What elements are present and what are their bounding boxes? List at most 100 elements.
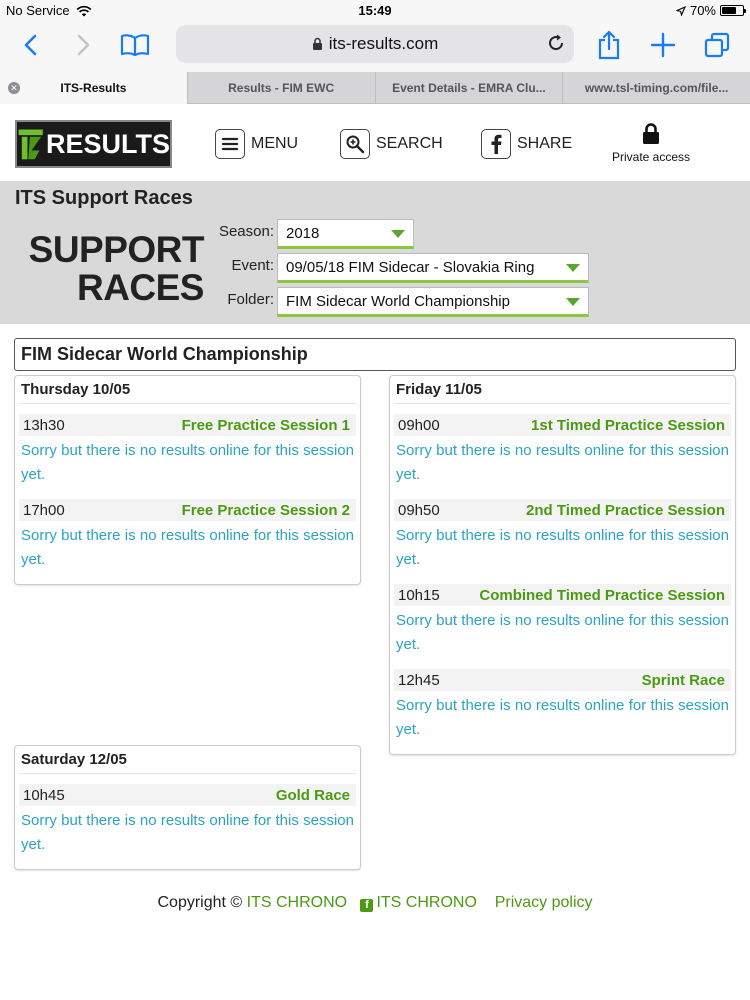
menu-label: MENU bbox=[251, 135, 299, 152]
session-header: 09h00 1st Timed Practice Session bbox=[394, 414, 731, 436]
session-item: 17h00 Free Practice Session 2 Sorry but … bbox=[19, 499, 356, 582]
session-time: 10h15 bbox=[398, 586, 440, 604]
its-chrono-link[interactable]: ITS CHRONO bbox=[247, 894, 347, 911]
support-races-banner: SUPPORT RACES bbox=[14, 229, 205, 308]
day-card-friday: Friday 11/05 09h00 1st Timed Practice Se… bbox=[389, 375, 736, 755]
no-results-message: Sorry but there is no results online for… bbox=[21, 442, 354, 483]
search-label: SEARCH bbox=[376, 135, 443, 152]
dropdown-arrow-icon bbox=[566, 298, 580, 306]
new-tab-icon[interactable] bbox=[648, 30, 678, 60]
private-access-button[interactable]: Private access bbox=[606, 123, 696, 164]
lock-icon bbox=[312, 37, 322, 50]
session-item: 12h45 Sprint Race Sorry but there is no … bbox=[394, 669, 731, 752]
session-header: 10h45 Gold Race bbox=[19, 784, 356, 806]
forward-icon[interactable] bbox=[68, 30, 98, 60]
banner-line-1: SUPPORT bbox=[28, 229, 205, 270]
browser-tab-its-results[interactable]: ✕ ITS-Results bbox=[0, 72, 187, 104]
tab-label: www.tsl-timing.com/file... bbox=[584, 81, 729, 95]
bookmarks-icon[interactable] bbox=[118, 30, 152, 60]
session-name[interactable]: Free Practice Session 1 bbox=[182, 417, 350, 434]
folder-label: Folder: bbox=[227, 291, 274, 308]
browser-toolbar: its-results.com bbox=[0, 22, 750, 72]
status-bar: No Service 15:49 70% bbox=[0, 0, 750, 22]
day-card-saturday: Saturday 12/05 10h45 Gold Race Sorry but… bbox=[14, 745, 361, 870]
tab-label: ITS-Results bbox=[60, 81, 127, 95]
session-item: 09h00 1st Timed Practice Session Sorry b… bbox=[394, 414, 731, 497]
section-title: ITS Support Races bbox=[15, 187, 193, 209]
share-site-button[interactable]: SHARE bbox=[481, 129, 572, 159]
battery-icon bbox=[720, 5, 746, 16]
battery-fill bbox=[722, 7, 736, 14]
folder-select[interactable]: FIM Sidecar World Championship bbox=[277, 287, 589, 317]
session-name[interactable]: 1st Timed Practice Session bbox=[531, 417, 725, 434]
session-time: 09h00 bbox=[398, 416, 440, 434]
its-chrono-facebook-link[interactable]: ITS CHRONO bbox=[376, 894, 476, 911]
filter-section: ITS Support Races SUPPORT RACES Season: … bbox=[0, 181, 750, 324]
status-right: 70% bbox=[675, 3, 746, 18]
session-header: 13h30 Free Practice Session 1 bbox=[19, 414, 356, 436]
no-results-message: Sorry but there is no results online for… bbox=[396, 527, 729, 568]
session-header: 17h00 Free Practice Session 2 bbox=[19, 499, 356, 521]
session-item: 09h50 2nd Timed Practice Session Sorry b… bbox=[394, 499, 731, 582]
session-name[interactable]: Combined Timed Practice Session bbox=[479, 587, 725, 604]
event-select[interactable]: 09/05/18 FIM Sidecar - Slovakia Ring bbox=[277, 253, 589, 283]
dropdown-arrow-icon bbox=[566, 264, 580, 272]
event-value: 09/05/18 FIM Sidecar - Slovakia Ring bbox=[286, 259, 535, 276]
no-results-message: Sorry but there is no results online for… bbox=[21, 527, 354, 568]
browser-tab-emra[interactable]: Event Details - EMRA Clu... bbox=[374, 72, 563, 104]
url-text: its-results.com bbox=[328, 34, 439, 53]
hamburger-icon bbox=[215, 129, 245, 159]
tabs-overview-icon[interactable] bbox=[702, 30, 732, 60]
day-title: Saturday 12/05 bbox=[19, 746, 356, 774]
padlock-icon bbox=[643, 123, 659, 144]
day-title: Friday 11/05 bbox=[394, 376, 731, 404]
no-results-message: Sorry but there is no results online for… bbox=[396, 697, 729, 738]
session-header: 10h15 Combined Timed Practice Session bbox=[394, 584, 731, 606]
no-results-message: Sorry but there is no results online for… bbox=[396, 612, 729, 653]
close-tab-icon[interactable]: ✕ bbox=[8, 82, 20, 94]
session-name[interactable]: Free Practice Session 2 bbox=[182, 502, 350, 519]
battery-percent: 70% bbox=[689, 3, 716, 18]
season-select[interactable]: 2018 bbox=[277, 219, 414, 249]
season-value: 2018 bbox=[286, 225, 320, 242]
reload-icon[interactable] bbox=[546, 33, 566, 53]
back-icon[interactable] bbox=[16, 30, 46, 60]
menu-button[interactable]: MENU bbox=[215, 129, 298, 159]
session-item: 10h45 Gold Race Sorry but there is no re… bbox=[19, 784, 356, 867]
its-logo-mark bbox=[18, 129, 43, 160]
championship-title: FIM Sidecar World Championship bbox=[14, 338, 736, 371]
session-item: 10h15 Combined Timed Practice Session So… bbox=[394, 584, 731, 667]
day-card-thursday: Thursday 10/05 13h30 Free Practice Sessi… bbox=[14, 375, 361, 585]
session-item: 13h30 Free Practice Session 1 Sorry but … bbox=[19, 414, 356, 497]
dropdown-arrow-icon bbox=[391, 230, 405, 238]
session-time: 17h00 bbox=[23, 501, 65, 519]
privacy-policy-link[interactable]: Privacy policy bbox=[495, 894, 593, 911]
folder-value: FIM Sidecar World Championship bbox=[286, 293, 510, 310]
logo-text: RESULTS bbox=[45, 128, 170, 159]
share-icon[interactable] bbox=[594, 30, 624, 60]
its-results-logo[interactable]: RESULTS bbox=[15, 120, 172, 168]
no-results-message: Sorry but there is no results online for… bbox=[396, 442, 729, 483]
facebook-icon bbox=[481, 129, 511, 159]
browser-tab-tsl-timing[interactable]: www.tsl-timing.com/file... bbox=[562, 72, 750, 104]
session-header: 12h45 Sprint Race bbox=[394, 669, 731, 691]
session-time: 10h45 bbox=[23, 786, 65, 804]
search-icon bbox=[340, 129, 370, 159]
day-title: Thursday 10/05 bbox=[19, 376, 356, 404]
address-bar[interactable]: its-results.com bbox=[176, 25, 574, 63]
facebook-small-icon: f bbox=[360, 899, 374, 912]
session-name[interactable]: Sprint Race bbox=[642, 672, 725, 689]
session-name[interactable]: 2nd Timed Practice Session bbox=[526, 502, 725, 519]
event-label: Event: bbox=[231, 257, 274, 274]
search-button[interactable]: SEARCH bbox=[340, 129, 443, 159]
browser-tab-fim-ewc[interactable]: Results - FIM EWC bbox=[186, 72, 375, 104]
location-arrow-icon bbox=[675, 5, 686, 16]
session-name[interactable]: Gold Race bbox=[276, 787, 350, 804]
session-time: 09h50 bbox=[398, 501, 440, 519]
share-label: SHARE bbox=[517, 135, 573, 152]
site-header: RESULTS MENU SEARCH SHARE Private access bbox=[0, 105, 750, 181]
season-label: Season: bbox=[218, 223, 274, 240]
session-time: 12h45 bbox=[398, 671, 440, 689]
session-header: 09h50 2nd Timed Practice Session bbox=[394, 499, 731, 521]
banner-line-2: RACES bbox=[76, 267, 205, 308]
